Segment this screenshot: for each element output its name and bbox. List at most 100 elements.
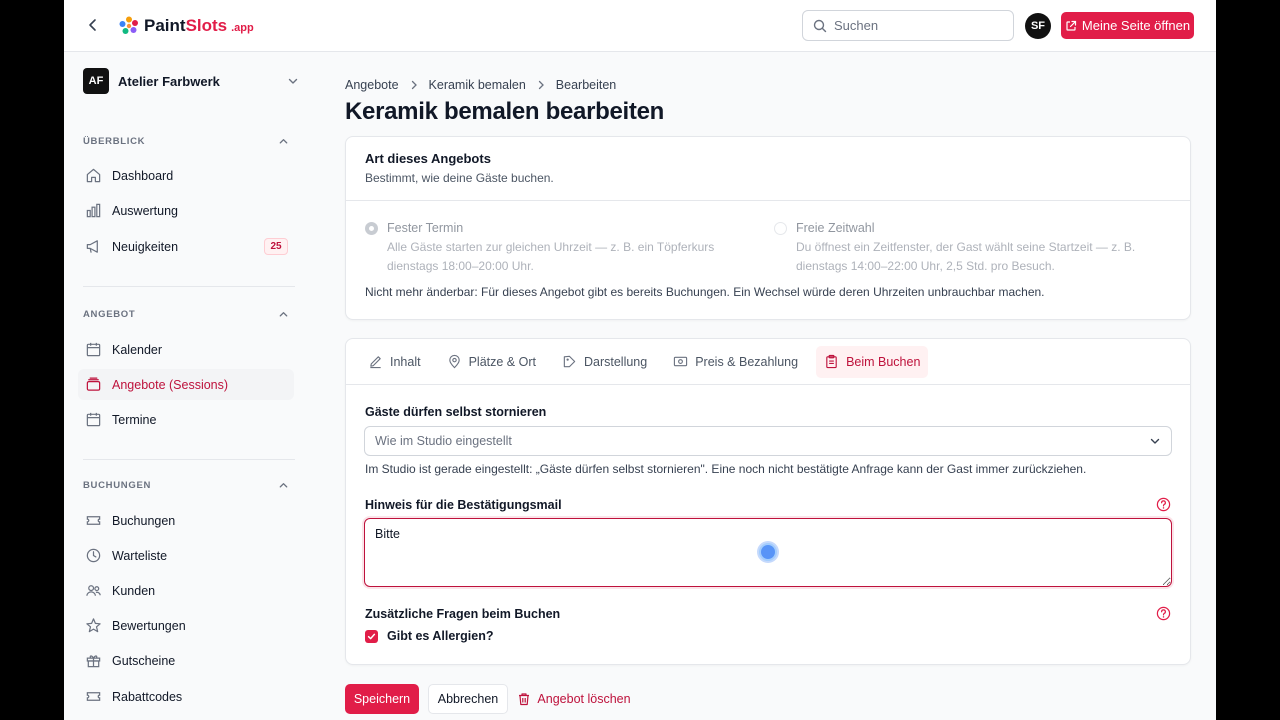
extra-questions-label: Zusätzliche Fragen beim Buchen	[365, 607, 561, 621]
payment-icon	[674, 356, 688, 367]
sidebar-item-label: Neuigkeiten	[112, 239, 179, 254]
clipboard-icon	[826, 354, 837, 369]
help-circle-icon[interactable]	[1156, 497, 1171, 512]
settings-tabs: Inhalt Plätze & Ort Darstellung Preis & …	[346, 339, 1190, 385]
section-bookings-header[interactable]: BUCHUNGEN	[83, 477, 289, 493]
external-link-icon	[1066, 20, 1077, 31]
radio-description: Alle Gäste starten zur gleichen Uhrzeit …	[387, 240, 715, 273]
tab-price-payment[interactable]: Preis & Bezahlung	[665, 346, 806, 378]
cancellation-select[interactable]: Wie im Studio eingestellt	[364, 426, 1172, 456]
sidebar-divider	[83, 286, 295, 287]
ticket-icon	[86, 692, 100, 701]
sidebar-item-label: Angebote (Sessions)	[112, 377, 229, 392]
edit-icon	[370, 356, 381, 369]
user-avatar[interactable]: SF	[1025, 13, 1051, 39]
sidebar-item-news[interactable]: Neuigkeiten 25	[78, 231, 294, 262]
users-icon	[85, 585, 101, 596]
chevron-left-icon	[89, 19, 96, 31]
sidebar-item-discount-codes[interactable]: Rabattcodes	[78, 681, 294, 712]
workspace-switcher[interactable]: AF Atelier Farbwerk	[83, 68, 299, 94]
cancel-button[interactable]: Abbrechen	[428, 684, 508, 714]
tab-appearance[interactable]: Darstellung	[554, 346, 655, 378]
app-logo[interactable]: PaintSlots .app	[118, 14, 254, 38]
tab-content[interactable]: Inhalt	[360, 346, 429, 378]
check-icon	[367, 633, 376, 639]
question-allergies-checkbox[interactable]: Gibt es Allergien?	[365, 629, 494, 643]
sidebar-item-vouchers[interactable]: Gutscheine	[78, 645, 294, 676]
breadcrumb-current: Bearbeiten	[555, 78, 617, 92]
page-title: Keramik bemalen bearbeiten	[345, 98, 665, 125]
search-icon	[813, 19, 827, 32]
offer-type-locked-note: Nicht mehr änderbar: Für dieses Angebot …	[365, 285, 1045, 299]
chevron-down-icon	[1150, 438, 1160, 444]
search-box[interactable]	[802, 10, 1014, 41]
sidebar-item-reviews[interactable]: Bewertungen	[78, 610, 294, 641]
help-circle-icon[interactable]	[1156, 606, 1171, 621]
mouse-cursor-indicator	[759, 543, 777, 561]
map-pin-icon	[448, 354, 460, 369]
tab-seats-location[interactable]: Plätze & Ort	[439, 346, 544, 378]
sidebar-item-label: Auswertung	[112, 203, 179, 218]
sidebar-item-customers[interactable]: Kunden	[78, 575, 294, 606]
search-input[interactable]	[834, 18, 1004, 33]
sidebar-item-calendar[interactable]: Kalender	[78, 334, 294, 365]
radio-dot	[774, 222, 787, 235]
radio-label: Freie Zeitwahl	[796, 221, 875, 235]
confirmation-note-label: Hinweis für die Bestätigungsmail	[365, 498, 562, 512]
sidebar-item-label: Kunden	[112, 583, 156, 598]
calendar-icon	[86, 342, 100, 357]
sidebar-divider	[83, 459, 295, 460]
sidebar-item-waitlist[interactable]: Warteliste	[78, 540, 294, 571]
section-title: ÜBERBLICK	[83, 135, 146, 147]
section-offer-header[interactable]: ANGEBOT	[83, 306, 289, 322]
sidebar-item-dashboard[interactable]: Dashboard	[78, 160, 294, 191]
section-title: BUCHUNGEN	[83, 479, 152, 491]
cancellation-helper-text: Im Studio ist gerade eingestellt: „Gäste…	[365, 462, 1087, 476]
chevron-up-icon	[279, 311, 288, 317]
workspace-logo: AF	[83, 68, 109, 94]
question-label: Gibt es Allergien?	[387, 629, 494, 643]
palette-icon	[563, 355, 576, 368]
chevron-up-icon	[279, 138, 288, 144]
section-title: ANGEBOT	[83, 308, 136, 320]
radio-fixed-time[interactable]: Fester Termin Alle Gäste starten zur gle…	[365, 221, 745, 276]
chevron-up-icon	[279, 482, 288, 488]
delete-offer-button[interactable]: Angebot löschen	[516, 684, 632, 714]
home-icon	[86, 168, 100, 183]
open-my-page-label: Meine Seite öffnen	[1081, 18, 1191, 33]
logo-text: PaintSlots	[144, 16, 228, 35]
offer-type-subtitle: Bestimmt, wie deine Gäste buchen.	[365, 171, 554, 185]
calendar-icon	[86, 412, 100, 427]
sidebar-item-offers[interactable]: Angebote (Sessions)	[78, 369, 294, 400]
breadcrumb-offers[interactable]: Angebote	[345, 78, 399, 92]
radio-free-time[interactable]: Freie Zeitwahl Du öffnest ein Zeitfenste…	[774, 221, 1154, 276]
back-button[interactable]	[82, 14, 104, 36]
section-overview-header[interactable]: ÜBERBLICK	[83, 133, 289, 149]
bar-chart-icon	[86, 203, 100, 218]
radio-dot-selected	[365, 222, 378, 235]
app-window: PaintSlots .app SF Meine Seite öffnen AF…	[64, 0, 1216, 720]
tab-when-booking[interactable]: Beim Buchen	[816, 345, 929, 378]
checkbox-checked[interactable]	[365, 629, 378, 643]
delete-offer-label: Angebot löschen	[537, 692, 631, 706]
gift-icon	[86, 655, 100, 668]
sidebar-item-label: Kalender	[112, 342, 163, 357]
sidebar-item-label: Termine	[112, 412, 157, 427]
sidebar-item-analytics[interactable]: Auswertung	[78, 195, 294, 226]
open-my-page-button[interactable]: Meine Seite öffnen	[1061, 12, 1194, 39]
sidebar-item-label: Rabattcodes	[112, 689, 183, 704]
breadcrumb-offer[interactable]: Keramik bemalen	[429, 78, 526, 92]
sidebar-item-appointments[interactable]: Termine	[78, 404, 294, 435]
radio-description: Du öffnest ein Zeitfenster, der Gast wäh…	[796, 240, 1136, 273]
sidebar-item-label: Bewertungen	[112, 618, 186, 633]
sidebar-item-bookings[interactable]: Buchungen	[78, 505, 294, 536]
sidebar: AF Atelier Farbwerk ÜBERBLICK Dashboard …	[64, 52, 310, 720]
cancellation-select-value: Wie im Studio eingestellt	[375, 434, 512, 448]
chevron-right-icon	[538, 80, 544, 90]
layers-icon	[86, 377, 100, 391]
save-button[interactable]: Speichern	[345, 684, 419, 714]
sidebar-item-label: Gutscheine	[112, 653, 176, 668]
offer-settings-card: Inhalt Plätze & Ort Darstellung Preis & …	[345, 338, 1191, 665]
clock-icon	[86, 548, 100, 563]
top-bar: PaintSlots .app SF Meine Seite öffnen	[64, 0, 1216, 52]
